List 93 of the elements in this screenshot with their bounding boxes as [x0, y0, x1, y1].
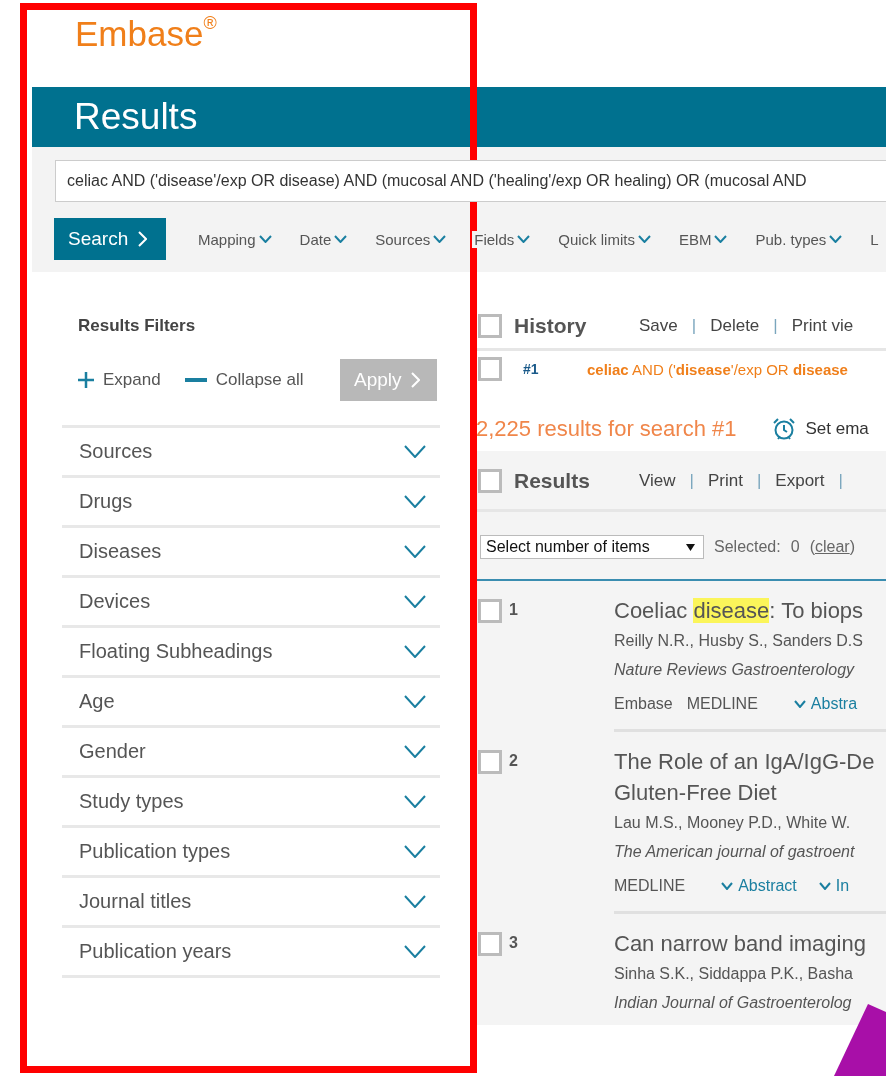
abstract-toggle[interactable]: In	[818, 877, 850, 895]
toolbar-link[interactable]: View	[639, 471, 676, 491]
page-title: Results	[74, 97, 198, 137]
toolbar-link[interactable]: Print	[707, 471, 743, 491]
toolbar-link[interactable]: Save	[639, 316, 678, 336]
result-authors: Lau M.S., Mooney P.D., White W.	[614, 813, 852, 833]
caret-icon	[334, 235, 348, 243]
chevron-down-icon	[404, 545, 426, 558]
caret-icon	[433, 235, 447, 243]
caret-icon	[637, 235, 651, 243]
chevron-down-icon	[404, 745, 426, 758]
minus-icon	[184, 378, 207, 382]
selected-count: 0	[790, 538, 800, 556]
caret-icon	[517, 235, 531, 243]
caret-icon	[686, 543, 695, 551]
filter-item[interactable]: Publication types	[62, 825, 440, 875]
chevron-down-icon	[404, 595, 426, 608]
caret-icon	[714, 235, 728, 243]
source-label: MEDLINE	[614, 876, 686, 896]
chevron-down-icon	[793, 700, 806, 708]
items-dropdown[interactable]: Select number of items	[480, 535, 704, 559]
toolbar-link[interactable]: Delete	[710, 316, 760, 336]
section-heading: Results	[514, 469, 591, 493]
results-count: 2,225 results for search #1	[476, 416, 737, 442]
chevron-down-icon	[404, 945, 426, 958]
chevron-down-icon	[404, 495, 426, 508]
section-heading: Results Filters	[77, 315, 197, 336]
collapse-all-link[interactable]: Collapse all	[184, 370, 304, 390]
bracket: (	[809, 538, 815, 555]
filter-item[interactable]: Floating Subheadings	[62, 625, 440, 675]
chevron-down-icon	[404, 895, 426, 908]
filter-item[interactable]: Study types	[62, 775, 440, 825]
search-field[interactable]: celiac AND ('disease'/exp OR disease) AND (mucosal AND ('healing'/exp OR healing) OR (mucosal AND	[55, 160, 886, 202]
source-label: Embase	[614, 694, 673, 714]
abstract-toggle[interactable]: Abstract	[721, 877, 797, 895]
separator: |	[691, 316, 697, 336]
alarm-clock-icon	[772, 417, 797, 441]
result-journal: The American journal of gastroent	[614, 842, 856, 862]
chevron-down-icon	[404, 645, 426, 658]
result-title[interactable]: Can narrow band imaging	[614, 928, 886, 959]
chevron-right-icon	[410, 372, 420, 388]
section-heading: History	[514, 314, 588, 338]
separator: |	[756, 471, 762, 491]
search-query: celiac AND ('disease'/exp OR disease	[587, 360, 848, 378]
result-journal: Nature Reviews Gastroenterology	[614, 660, 856, 680]
filter-item[interactable]: Drugs	[62, 475, 440, 525]
chevron-down-icon	[404, 845, 426, 858]
result-authors: Sinha S.K., Siddappa P.K., Basha	[614, 964, 854, 984]
result-journal: Indian Journal of Gastroenterolog	[614, 993, 853, 1013]
checkbox[interactable]	[478, 932, 502, 956]
result-number: 1	[509, 600, 518, 620]
search-number[interactable]: #1	[523, 361, 566, 377]
search-button[interactable]: Search	[54, 218, 166, 260]
source-label: MEDLINE	[686, 694, 758, 714]
result-title[interactable]: The Role of an IgA/IgG-De Gluten-Free Diet	[614, 746, 886, 808]
filter-item[interactable]: Age	[62, 675, 440, 725]
clear-link[interactable]: clear	[814, 538, 850, 555]
expand-link[interactable]: Expand	[78, 370, 161, 390]
result-number: 2	[509, 751, 518, 771]
logo-text: Embase$^{®}$	[75, 14, 217, 53]
filter-item[interactable]: Gender	[62, 725, 440, 775]
result-number: 3	[509, 933, 518, 953]
chevron-down-icon	[404, 695, 426, 708]
checkbox[interactable]	[478, 357, 502, 381]
set-alert-link[interactable]: Set ema	[772, 417, 869, 441]
abstract-toggle[interactable]: Abstra	[793, 695, 858, 713]
filter-item[interactable]: Diseases	[62, 525, 440, 575]
separator: |	[838, 471, 843, 491]
chevron-right-icon	[138, 231, 148, 247]
bracket: )	[849, 538, 855, 555]
caret-icon	[829, 235, 843, 243]
chevron-down-icon	[818, 882, 831, 890]
result-title[interactable]: Coeliac disease: To biops	[614, 595, 886, 626]
plus-icon	[78, 372, 94, 388]
checkbox[interactable]	[478, 469, 502, 493]
filter-item[interactable]: Sources	[62, 425, 440, 475]
filter-item[interactable]: Journal titles	[62, 875, 440, 925]
separator: |	[689, 471, 694, 491]
checkbox[interactable]	[478, 599, 502, 623]
chevron-down-icon	[404, 445, 426, 458]
separator: |	[773, 316, 778, 336]
selected-label: Selected:	[714, 538, 781, 556]
toolbar-link[interactable]: Print vie	[791, 316, 854, 336]
filter-item[interactable]: Devices	[62, 575, 440, 625]
toolbar-link[interactable]: Export	[775, 471, 825, 491]
chevron-down-icon	[404, 795, 426, 808]
checkbox[interactable]	[478, 314, 502, 338]
caret-icon	[258, 235, 272, 243]
chevron-down-icon	[721, 882, 734, 890]
checkbox[interactable]	[478, 750, 502, 774]
result-authors: Reilly N.R., Husby S., Sanders D.S	[614, 631, 864, 651]
filter-dropdown[interactable]: Fields	[472, 230, 533, 248]
filter-item[interactable]: Publication years	[62, 925, 440, 975]
